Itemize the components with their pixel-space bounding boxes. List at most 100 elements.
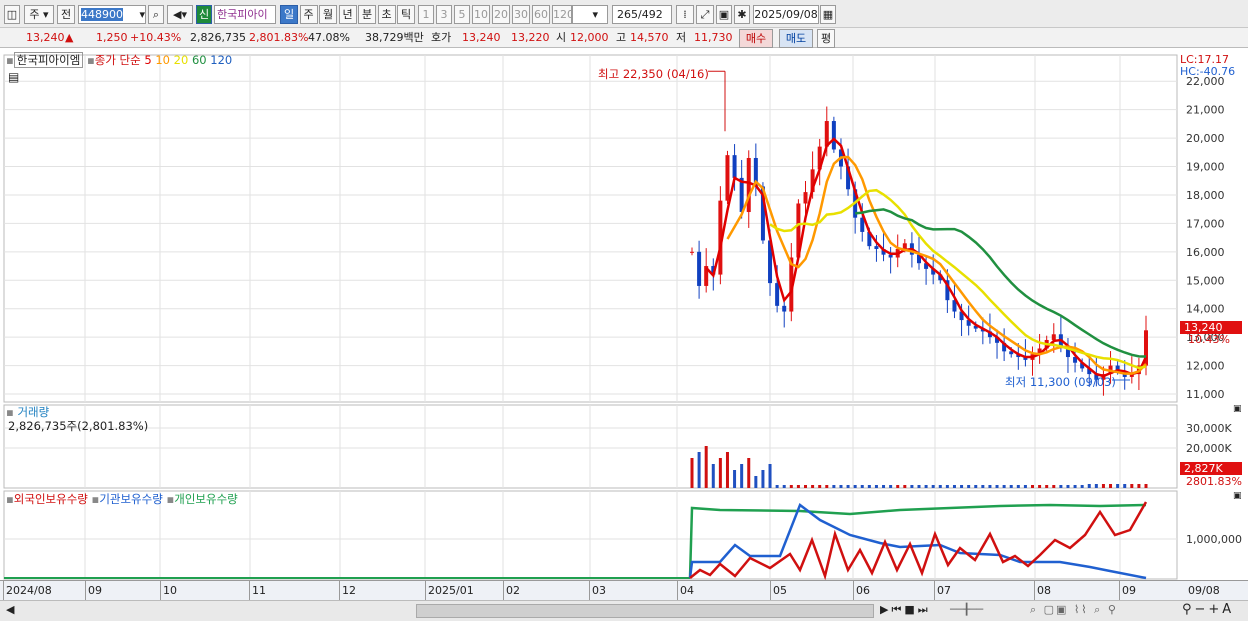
period-2[interactable]: 월 bbox=[319, 5, 337, 24]
volume-bar bbox=[1094, 484, 1098, 488]
volume-bar bbox=[1066, 485, 1070, 488]
volume-bar bbox=[740, 464, 744, 488]
volume-bar bbox=[747, 458, 751, 488]
period-6[interactable]: 틱 bbox=[397, 5, 415, 24]
close-icon[interactable]: ▣ bbox=[1233, 491, 1242, 501]
x-tick: 03 bbox=[592, 584, 606, 597]
volume-bar bbox=[1123, 484, 1127, 488]
speaker-icon[interactable]: ◀▾ bbox=[167, 5, 193, 24]
x-tick: 09 bbox=[1122, 584, 1136, 597]
minute-20[interactable]: 20 bbox=[492, 5, 510, 24]
volume-bar bbox=[860, 485, 864, 488]
ratio: 47.08% bbox=[308, 31, 350, 44]
ma-period-10: 10 bbox=[151, 53, 170, 67]
scroll-left-icon[interactable]: ◀ bbox=[6, 603, 14, 616]
volume-bar bbox=[711, 464, 715, 488]
x-tick: 2024/08 bbox=[6, 584, 52, 597]
chevron-down-icon[interactable]: ▾ bbox=[139, 6, 145, 23]
candle bbox=[874, 246, 879, 249]
x-tick: 07 bbox=[937, 584, 951, 597]
volume-bar bbox=[804, 485, 807, 488]
period-3[interactable]: 년 bbox=[338, 5, 357, 24]
volume-bar bbox=[789, 485, 793, 488]
grid-icon[interactable]: ⁞ bbox=[676, 5, 694, 24]
candle bbox=[782, 305, 787, 312]
minute-10[interactable]: 10 bbox=[472, 5, 490, 24]
volume-bar bbox=[974, 485, 978, 488]
volume-y-tick: 30,000K bbox=[1186, 422, 1232, 435]
volume-bar bbox=[960, 485, 964, 488]
volume-bar bbox=[931, 485, 935, 488]
period-0[interactable]: 일 bbox=[280, 5, 298, 24]
scroll-thumb[interactable] bbox=[416, 604, 874, 618]
prev-button[interactable]: 전 bbox=[57, 5, 75, 24]
minute-5[interactable]: 5 bbox=[454, 5, 470, 24]
volume-bar bbox=[818, 485, 822, 488]
sell-button[interactable]: 매도 bbox=[779, 29, 813, 48]
x-tick: 08 bbox=[1037, 584, 1051, 597]
current-pct: 10.43% bbox=[1188, 333, 1230, 346]
minute-custom-select[interactable]: ▾ bbox=[572, 5, 608, 24]
x-tick: 10 bbox=[163, 584, 177, 597]
period-5[interactable]: 초 bbox=[377, 5, 396, 24]
buy-button[interactable]: 매수 bbox=[739, 29, 773, 48]
tool-icons[interactable]: ⌕ ▢▣ ⌇⌇ ⌕ ⚲ bbox=[1030, 603, 1118, 617]
count-shown: 265 bbox=[617, 8, 638, 21]
market-select[interactable]: 주 ▾ bbox=[24, 5, 54, 24]
high: 14,570 bbox=[630, 31, 669, 44]
scrollbar[interactable]: ◀ ▶⏮■⏭ ──╂── ⌕ ▢▣ ⌇⌇ ⌕ ⚲ ⚲−+A bbox=[0, 600, 1248, 621]
minute-120[interactable]: 120 bbox=[552, 5, 572, 24]
volume-bar bbox=[754, 476, 758, 488]
eval-button[interactable]: 평 bbox=[817, 29, 835, 48]
list-icon[interactable]: ▤ bbox=[8, 70, 19, 84]
quote-bar: 13,240 ▲ 1,250 +10.43% 2,826,735 2,801.8… bbox=[0, 28, 1248, 48]
close-icon[interactable]: ▣ bbox=[1233, 404, 1242, 414]
minute-30[interactable]: 30 bbox=[512, 5, 530, 24]
volume-bar bbox=[995, 485, 999, 488]
volume-bar bbox=[910, 485, 914, 488]
market-label: 주 bbox=[29, 8, 40, 21]
stock-chart[interactable]: 22,00021,00020,00019,00018,00017,00016,0… bbox=[0, 50, 1248, 600]
volume-bar bbox=[853, 485, 857, 488]
x-tick: 06 bbox=[856, 584, 870, 597]
date-input[interactable]: 2025/09/08 bbox=[753, 5, 819, 24]
zoom-slider[interactable]: ──╂── bbox=[950, 603, 983, 616]
hold-legend-1: 기관보유수량 bbox=[99, 492, 163, 506]
y-tick: 11,000 bbox=[1186, 388, 1225, 401]
volume-bar bbox=[1130, 484, 1134, 488]
candle bbox=[831, 121, 836, 150]
volume-bar bbox=[839, 485, 843, 488]
gear-icon[interactable]: ✱ bbox=[734, 5, 750, 24]
volume-bar bbox=[1144, 484, 1148, 488]
volume-bar bbox=[889, 485, 893, 488]
minute-1[interactable]: 1 bbox=[418, 5, 434, 24]
volume-bar bbox=[1080, 485, 1084, 488]
x-tick: 04 bbox=[680, 584, 694, 597]
window-icon[interactable]: ◫ bbox=[4, 5, 20, 24]
volume-bar bbox=[1016, 485, 1020, 488]
search-icon[interactable]: ⌕ bbox=[148, 5, 164, 24]
draw-icon[interactable]: ⤢ bbox=[696, 5, 714, 24]
volume-value: 2,826,735주(2,801.83%) bbox=[8, 419, 149, 433]
volume-bar bbox=[867, 485, 871, 488]
bid: 13,220 bbox=[511, 31, 550, 44]
save-icon[interactable]: ▣ bbox=[716, 5, 732, 24]
code-input[interactable]: 448900 ▾ bbox=[78, 5, 146, 24]
candle bbox=[725, 155, 730, 201]
x-tick: 12 bbox=[342, 584, 356, 597]
scroll-controls[interactable]: ▶⏮■⏭ bbox=[880, 603, 931, 617]
period-1[interactable]: 주 bbox=[299, 5, 318, 24]
minute-60[interactable]: 60 bbox=[532, 5, 550, 24]
ma-period-20: 20 bbox=[170, 53, 189, 67]
volume-bar bbox=[1137, 484, 1141, 488]
zoom-icons[interactable]: ⚲−+A bbox=[1182, 602, 1234, 617]
count-display[interactable]: 265/492 bbox=[612, 5, 672, 24]
candle bbox=[902, 243, 907, 249]
minute-3[interactable]: 3 bbox=[436, 5, 452, 24]
hold-y-tick: 1,000,000 bbox=[1186, 533, 1242, 546]
x-tick: 05 bbox=[773, 584, 787, 597]
period-4[interactable]: 분 bbox=[358, 5, 376, 24]
calendar-icon[interactable]: ▦ bbox=[820, 5, 836, 24]
volume-bar bbox=[832, 485, 836, 488]
volume-bar bbox=[981, 485, 985, 488]
